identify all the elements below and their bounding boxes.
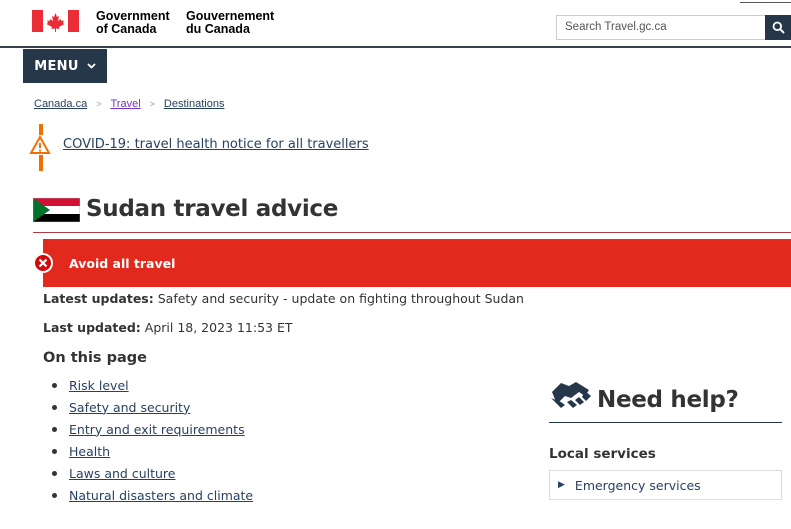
page-title: Sudan travel advice bbox=[86, 196, 339, 222]
triangle-right-icon: ▶ bbox=[558, 480, 565, 490]
list-item: Laws and culture bbox=[52, 462, 253, 484]
toc-laws-culture[interactable]: Laws and culture bbox=[69, 466, 175, 481]
bullet-icon bbox=[52, 382, 57, 388]
last-updated-label: Last updated: bbox=[43, 320, 141, 335]
on-this-page-heading: On this page bbox=[43, 350, 147, 366]
covid-notice-link[interactable]: COVID-19: travel health notice for all t… bbox=[63, 137, 369, 152]
list-item: Entry and exit requirements bbox=[52, 418, 253, 440]
on-this-page-list: Risk level Safety and security Entry and… bbox=[52, 374, 253, 506]
bullet-icon bbox=[52, 404, 57, 410]
alert-text: Avoid all travel bbox=[69, 256, 176, 271]
gov-fr-line2: du Canada bbox=[186, 22, 250, 36]
toc-entry-exit[interactable]: Entry and exit requirements bbox=[69, 422, 245, 437]
list-item: Natural disasters and climate bbox=[52, 484, 253, 506]
breadcrumb-travel[interactable]: Travel bbox=[110, 98, 140, 110]
government-of-canada-signature[interactable]: Government of Canada bbox=[96, 10, 170, 36]
gouvernement-du-canada-signature[interactable]: Gouvernement du Canada bbox=[186, 10, 274, 36]
latest-updates-value: Safety and security - update on fighting… bbox=[153, 291, 524, 306]
chevron-down-icon bbox=[87, 63, 96, 69]
breadcrumb: Canada.ca > Travel > Destinations bbox=[34, 98, 224, 110]
bullet-icon bbox=[52, 426, 57, 432]
toc-safety-security[interactable]: Safety and security bbox=[69, 400, 190, 415]
breadcrumb-separator-icon: > bbox=[149, 99, 155, 109]
handshake-icon bbox=[551, 382, 591, 408]
header-divider bbox=[0, 46, 791, 48]
emergency-services-toggle[interactable]: ▶ Emergency services bbox=[549, 470, 782, 500]
last-updated-value: April 18, 2023 11:53 ET bbox=[140, 320, 293, 335]
local-services-heading: Local services bbox=[549, 446, 656, 462]
list-item: Safety and security bbox=[52, 396, 253, 418]
menu-label: MENU bbox=[34, 58, 79, 74]
search-input[interactable]: Search Travel.gc.ca bbox=[556, 15, 766, 40]
bullet-icon bbox=[52, 470, 57, 476]
breadcrumb-separator-icon: > bbox=[96, 99, 102, 109]
toc-natural-disasters[interactable]: Natural disasters and climate bbox=[69, 488, 253, 503]
title-underline bbox=[33, 232, 791, 233]
last-updated: Last updated: April 18, 2023 11:53 ET bbox=[43, 320, 292, 335]
bullet-icon bbox=[52, 448, 57, 454]
breadcrumb-canada[interactable]: Canada.ca bbox=[34, 98, 87, 110]
list-item: Health bbox=[52, 440, 253, 462]
breadcrumb-destinations[interactable]: Destinations bbox=[164, 98, 225, 110]
error-circle-icon bbox=[33, 253, 53, 273]
search-button[interactable] bbox=[765, 15, 791, 40]
emergency-services-label: Emergency services bbox=[574, 477, 701, 493]
menu-button[interactable]: MENU bbox=[23, 49, 107, 83]
sudan-flag-icon bbox=[33, 198, 80, 222]
risk-level-alert: Avoid all travel bbox=[43, 239, 791, 287]
search-icon bbox=[772, 21, 785, 34]
toc-risk-level[interactable]: Risk level bbox=[69, 378, 129, 393]
gov-en-line2: of Canada bbox=[96, 22, 157, 36]
top-link-underline bbox=[740, 0, 791, 3]
canada-flag-logo[interactable] bbox=[32, 10, 79, 32]
canada-flag-icon bbox=[32, 10, 79, 32]
list-item: Risk level bbox=[52, 374, 253, 396]
need-help-heading: Need help? bbox=[597, 387, 739, 413]
toc-health[interactable]: Health bbox=[69, 444, 110, 459]
latest-updates: Latest updates: Safety and security - up… bbox=[43, 291, 524, 306]
latest-updates-label: Latest updates: bbox=[43, 291, 154, 306]
need-help-underline bbox=[549, 422, 782, 423]
warning-icon bbox=[29, 135, 51, 155]
bullet-icon bbox=[52, 492, 57, 498]
